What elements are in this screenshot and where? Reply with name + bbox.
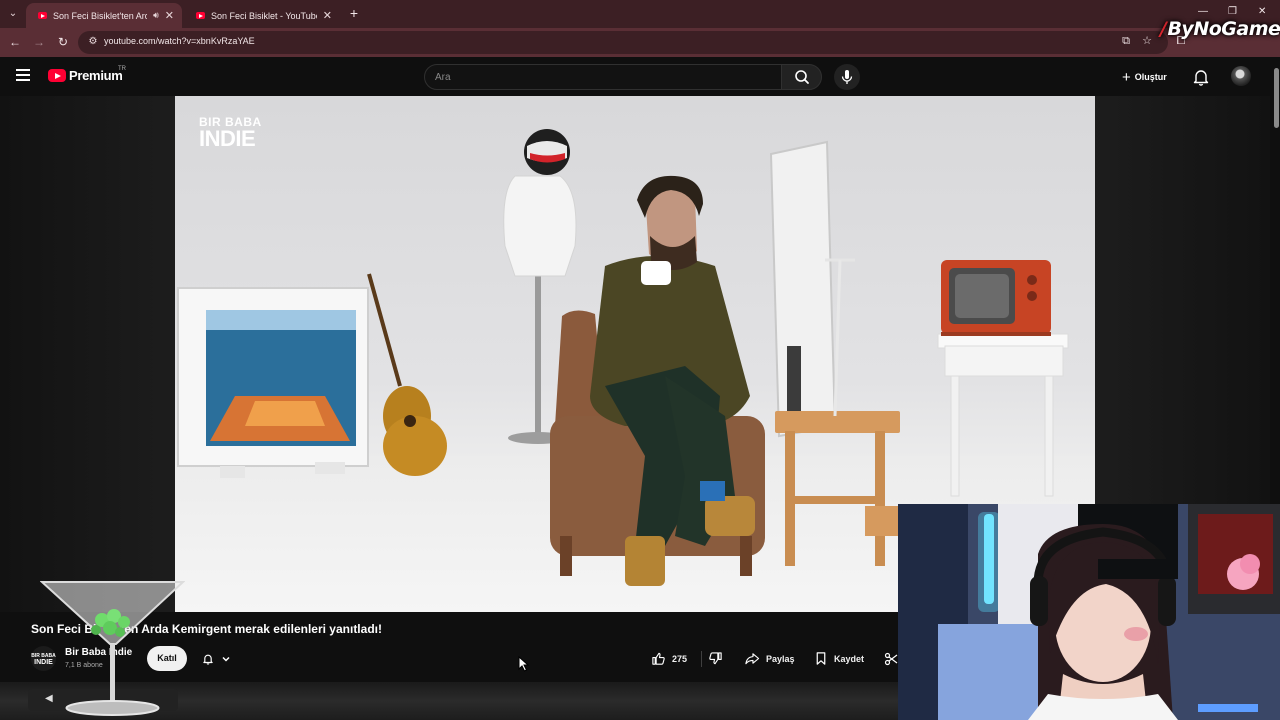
maximize-icon[interactable]: ❐ xyxy=(1228,6,1237,17)
star-icon[interactable]: ☆ xyxy=(1140,34,1154,48)
search-box xyxy=(424,64,782,90)
video-logo-line2: INDIE xyxy=(199,126,256,151)
subscription-notifications-button[interactable] xyxy=(195,647,241,671)
tab-title: Son Feci Bisiklet'ten Arda K xyxy=(53,10,147,21)
reload-icon[interactable]: ↻ xyxy=(55,34,71,50)
video-channel-logo: BIR BABA INDIE xyxy=(199,116,262,150)
bell-icon xyxy=(1193,70,1209,86)
notifications-button[interactable] xyxy=(1190,66,1212,88)
martini-glass-overlay xyxy=(40,581,185,716)
speaker-icon[interactable]: 🔊︎ xyxy=(153,10,159,21)
browser-tabbar: ⌄ Son Feci Bisiklet'ten Arda K 🔊︎ ✕ Son … xyxy=(0,0,1280,28)
youtube-favicon-icon xyxy=(38,12,47,19)
save-icon xyxy=(816,652,826,665)
share-button[interactable]: Paylaş xyxy=(740,646,800,671)
close-icon[interactable]: ✕ xyxy=(165,9,174,22)
minimize-icon[interactable]: — xyxy=(1198,6,1208,17)
youtube-logo-icon[interactable] xyxy=(48,69,66,82)
voice-search-button[interactable] xyxy=(834,64,860,90)
search-button[interactable] xyxy=(781,64,822,90)
streamer-webcam xyxy=(898,504,1280,720)
save-button[interactable]: Kaydet xyxy=(810,646,870,671)
new-tab-button[interactable]: + xyxy=(346,5,362,21)
tab-title: Son Feci Bisiklet - YouTube xyxy=(211,10,317,21)
close-icon[interactable]: ✕ xyxy=(323,9,332,22)
save-label: Kaydet xyxy=(834,653,865,664)
clip-icon xyxy=(884,652,898,665)
window-close-icon[interactable]: ✕ xyxy=(1258,6,1266,17)
tab-search-button[interactable]: ⌄ xyxy=(4,5,22,23)
clip-button[interactable] xyxy=(880,646,900,671)
back-icon[interactable]: ← xyxy=(7,34,23,50)
like-count[interactable]: 275 xyxy=(672,654,687,664)
chevron-down-icon xyxy=(222,656,230,662)
youtube-header: Premium TR + Oluştur xyxy=(0,57,1270,96)
region-code: TR xyxy=(118,66,126,72)
streamer-watermark: /ByNoGame xyxy=(1160,18,1280,40)
mic-icon xyxy=(841,70,853,84)
bell-icon xyxy=(203,654,213,665)
site-info-icon[interactable]: ⚙ xyxy=(86,35,100,49)
like-dislike-group: 275 xyxy=(645,646,731,671)
plus-icon: + xyxy=(1122,68,1131,86)
list-tabs-icon: ⌄ xyxy=(8,8,18,19)
share-icon xyxy=(745,653,760,665)
url-text: youtube.com/watch?v=xbnKvRzaYAE xyxy=(104,36,255,46)
youtube-favicon-icon xyxy=(196,12,205,19)
menu-icon[interactable] xyxy=(16,69,30,81)
share-label: Paylaş xyxy=(766,653,795,664)
install-icon[interactable]: ⧉ xyxy=(1119,34,1133,48)
address-bar[interactable]: ⚙ youtube.com/watch?v=xbnKvRzaYAE xyxy=(78,31,1168,54)
youtube-brand[interactable]: Premium xyxy=(69,68,123,83)
dislike-icon[interactable] xyxy=(708,651,723,666)
cursor-icon xyxy=(518,656,530,672)
tab-active[interactable]: Son Feci Bisiklet'ten Arda K 🔊︎ ✕ xyxy=(26,3,182,28)
like-icon[interactable] xyxy=(651,651,666,666)
create-button[interactable]: + Oluştur xyxy=(1113,64,1179,90)
screen: { "browser": { "tabs": [ {"title": "Son … xyxy=(0,0,1280,720)
tab-inactive[interactable]: Son Feci Bisiklet - YouTube ✕ xyxy=(184,3,340,28)
watermark-text: ByNoGame xyxy=(1167,18,1280,40)
scrollbar-thumb[interactable] xyxy=(1274,68,1279,128)
webcam-scene xyxy=(898,504,1280,720)
browser-toolbar: ← → ↻ ⚙ youtube.com/watch?v=xbnKvRzaYAE … xyxy=(0,28,1280,57)
search-icon xyxy=(795,70,809,84)
forward-icon[interactable]: → xyxy=(31,34,47,50)
plus-icon: + xyxy=(349,5,359,21)
account-avatar[interactable] xyxy=(1231,66,1251,86)
search-input[interactable] xyxy=(435,69,765,85)
create-label: Oluştur xyxy=(1134,72,1167,82)
divider xyxy=(701,650,703,667)
